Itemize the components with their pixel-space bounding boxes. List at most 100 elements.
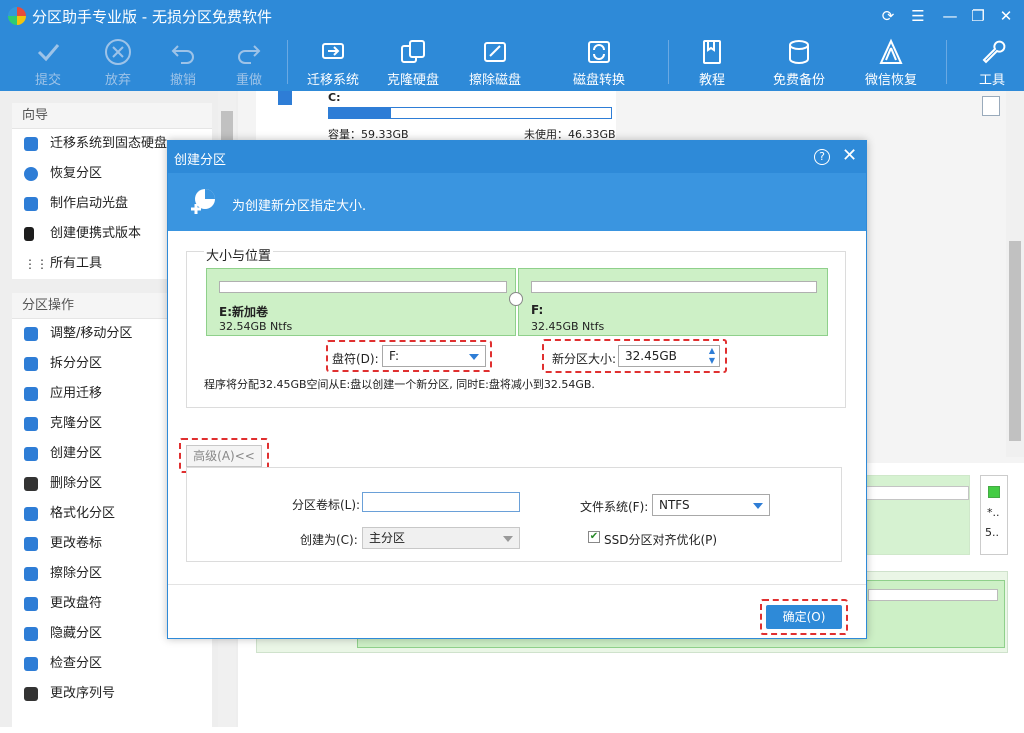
- all-tools-icon: ⋮⋮: [24, 257, 48, 271]
- windows-icon: [278, 91, 292, 105]
- disk-convert-icon: [585, 38, 613, 66]
- main-scroll-thumb[interactable]: [1009, 241, 1021, 441]
- volume-label-input[interactable]: [362, 492, 520, 512]
- partition-block[interactable]: [858, 475, 970, 555]
- resize-icon: [24, 327, 38, 341]
- toolbar-separator: [668, 40, 669, 84]
- discard-button[interactable]: 放弃: [90, 32, 146, 91]
- main-scrollbar[interactable]: [1006, 91, 1024, 457]
- partition-e-size: 32.54GB Ntfs: [219, 320, 293, 333]
- partition-f-block[interactable]: F: 32.45GB Ntfs: [518, 268, 828, 336]
- redo-button[interactable]: 重做: [221, 32, 277, 91]
- disk-convert-button[interactable]: 磁盘转换: [566, 32, 632, 91]
- dialog-footer-divider: [168, 584, 866, 585]
- partition-e-bar: [219, 281, 507, 293]
- file-system-label: 文件系统(F):: [580, 500, 649, 514]
- file-system-select[interactable]: NTFS: [652, 494, 770, 516]
- create-as-select[interactable]: 主分区: [362, 527, 520, 549]
- chevron-down-icon: [753, 503, 763, 509]
- disk-c-card[interactable]: C: 容量：59.33GB 未使用：46.33GB: [256, 91, 616, 143]
- title-bar: 分区助手专业版 - 无损分区免费软件 ⟳ ☰ — ❐ ✕: [0, 0, 1024, 32]
- new-size-stepper[interactable]: 32.45GB ▲ ▼: [618, 345, 720, 367]
- dialog-banner-text: 为创建新分区指定大小.: [232, 199, 367, 214]
- tag-icon: [24, 537, 38, 551]
- tutorial-button[interactable]: 教程: [684, 32, 740, 91]
- volume-label-label: 分区卷标(L):: [292, 498, 361, 512]
- redo-icon: [235, 38, 263, 66]
- chevron-down-icon: [469, 354, 479, 360]
- create-as-label: 创建为(C):: [300, 533, 358, 547]
- broom-icon: [24, 567, 38, 581]
- size-position-title: 大小与位置: [204, 245, 274, 264]
- migrate-os-icon: [319, 38, 347, 66]
- free-backup-button[interactable]: 免费备份: [766, 32, 832, 91]
- hide-icon: [24, 627, 38, 641]
- wechat-recover-button[interactable]: 微信恢复: [858, 32, 924, 91]
- help-icon[interactable]: ?: [814, 149, 830, 165]
- chevron-down-icon: [503, 536, 513, 542]
- trash-icon: [24, 477, 38, 491]
- toolbar-separator: [287, 40, 288, 84]
- create-partition-icon: [188, 187, 218, 217]
- serial-number-icon: [24, 687, 38, 701]
- app-logo-icon: [8, 7, 26, 25]
- partition-e-name: E:新加卷: [219, 305, 268, 319]
- portable-icon: [24, 227, 34, 241]
- wipe-disk-button[interactable]: 擦除磁盘: [462, 32, 528, 91]
- op-item-change-serial[interactable]: 更改序列号: [12, 679, 212, 709]
- ok-button[interactable]: 确定(O): [766, 605, 842, 629]
- check-partition-icon: [24, 657, 38, 671]
- toolbar: 提交 放弃 撤销 重做 迁移系统 克隆硬盘 擦除磁盘 磁盘转换 教程 免费备份 …: [0, 32, 1024, 91]
- partition-f-bar: [531, 281, 817, 293]
- undo-icon: [169, 38, 197, 66]
- dialog-title-bar: 创建分区 ? ✕: [168, 141, 866, 173]
- disk-c-usage-fill: [329, 108, 392, 118]
- disk-c-usage-bar: [328, 107, 612, 119]
- stepper-arrows-icon[interactable]: ▲ ▼: [709, 346, 715, 366]
- dialog-banner: 为创建新分区指定大小.: [168, 173, 866, 231]
- tools-button[interactable]: 工具: [964, 32, 1020, 91]
- restore-button[interactable]: ❐: [966, 4, 990, 28]
- partition-f-name: F:: [531, 303, 544, 317]
- bootable-media-icon: [24, 197, 38, 211]
- new-size-label: 新分区大小:: [552, 352, 617, 366]
- ssd-align-label: SSD分区对齐优化(P): [604, 533, 718, 547]
- right-card-text2: 5..: [985, 526, 999, 539]
- refresh-icon[interactable]: ⟳: [876, 4, 900, 28]
- disk-c-name: C:: [328, 91, 341, 104]
- clone-partition-icon: [24, 417, 38, 431]
- format-icon: [24, 507, 38, 521]
- undo-button[interactable]: 撤销: [155, 32, 211, 91]
- right-card[interactable]: *.. 5..: [980, 475, 1008, 555]
- dialog-close-icon[interactable]: ✕: [842, 145, 857, 166]
- clone-disk-button[interactable]: 克隆硬盘: [380, 32, 446, 91]
- cancel-icon: [104, 38, 132, 66]
- book-icon: [698, 38, 726, 66]
- submit-button[interactable]: 提交: [20, 32, 76, 91]
- create-partition-icon: [24, 447, 38, 461]
- drive-letter-label: 盘符(D):: [332, 352, 379, 366]
- drive-letter-select[interactable]: F:: [382, 345, 486, 367]
- clone-disk-icon: [399, 38, 427, 66]
- migrate-os-button[interactable]: 迁移系统: [300, 32, 366, 91]
- ssd-align-checkbox[interactable]: ✔: [588, 531, 600, 543]
- view-toggle-icon[interactable]: [982, 96, 1000, 116]
- minimize-button[interactable]: —: [938, 4, 962, 28]
- partition-f-size: 32.45GB Ntfs: [531, 320, 605, 333]
- recover-icon: [877, 38, 905, 66]
- op-item-check-partition[interactable]: 检查分区: [12, 649, 212, 679]
- resize-handle[interactable]: [509, 292, 523, 306]
- tools-icon: [978, 38, 1006, 66]
- window-title: 分区助手专业版 - 无损分区免费软件: [32, 8, 272, 26]
- status-icon: [988, 486, 1000, 498]
- check-icon: [34, 38, 62, 66]
- menu-icon[interactable]: ☰: [906, 4, 930, 28]
- wipe-disk-icon: [481, 38, 509, 66]
- close-button[interactable]: ✕: [994, 4, 1018, 28]
- wizard-title: 向导: [12, 103, 212, 129]
- apply-migration-icon: [24, 387, 38, 401]
- partition-e-block[interactable]: E:新加卷 32.54GB Ntfs: [206, 268, 516, 336]
- advanced-button[interactable]: 高级(A)<<: [186, 445, 262, 467]
- migrate-icon: [24, 137, 38, 151]
- dialog-title: 创建分区: [174, 153, 227, 168]
